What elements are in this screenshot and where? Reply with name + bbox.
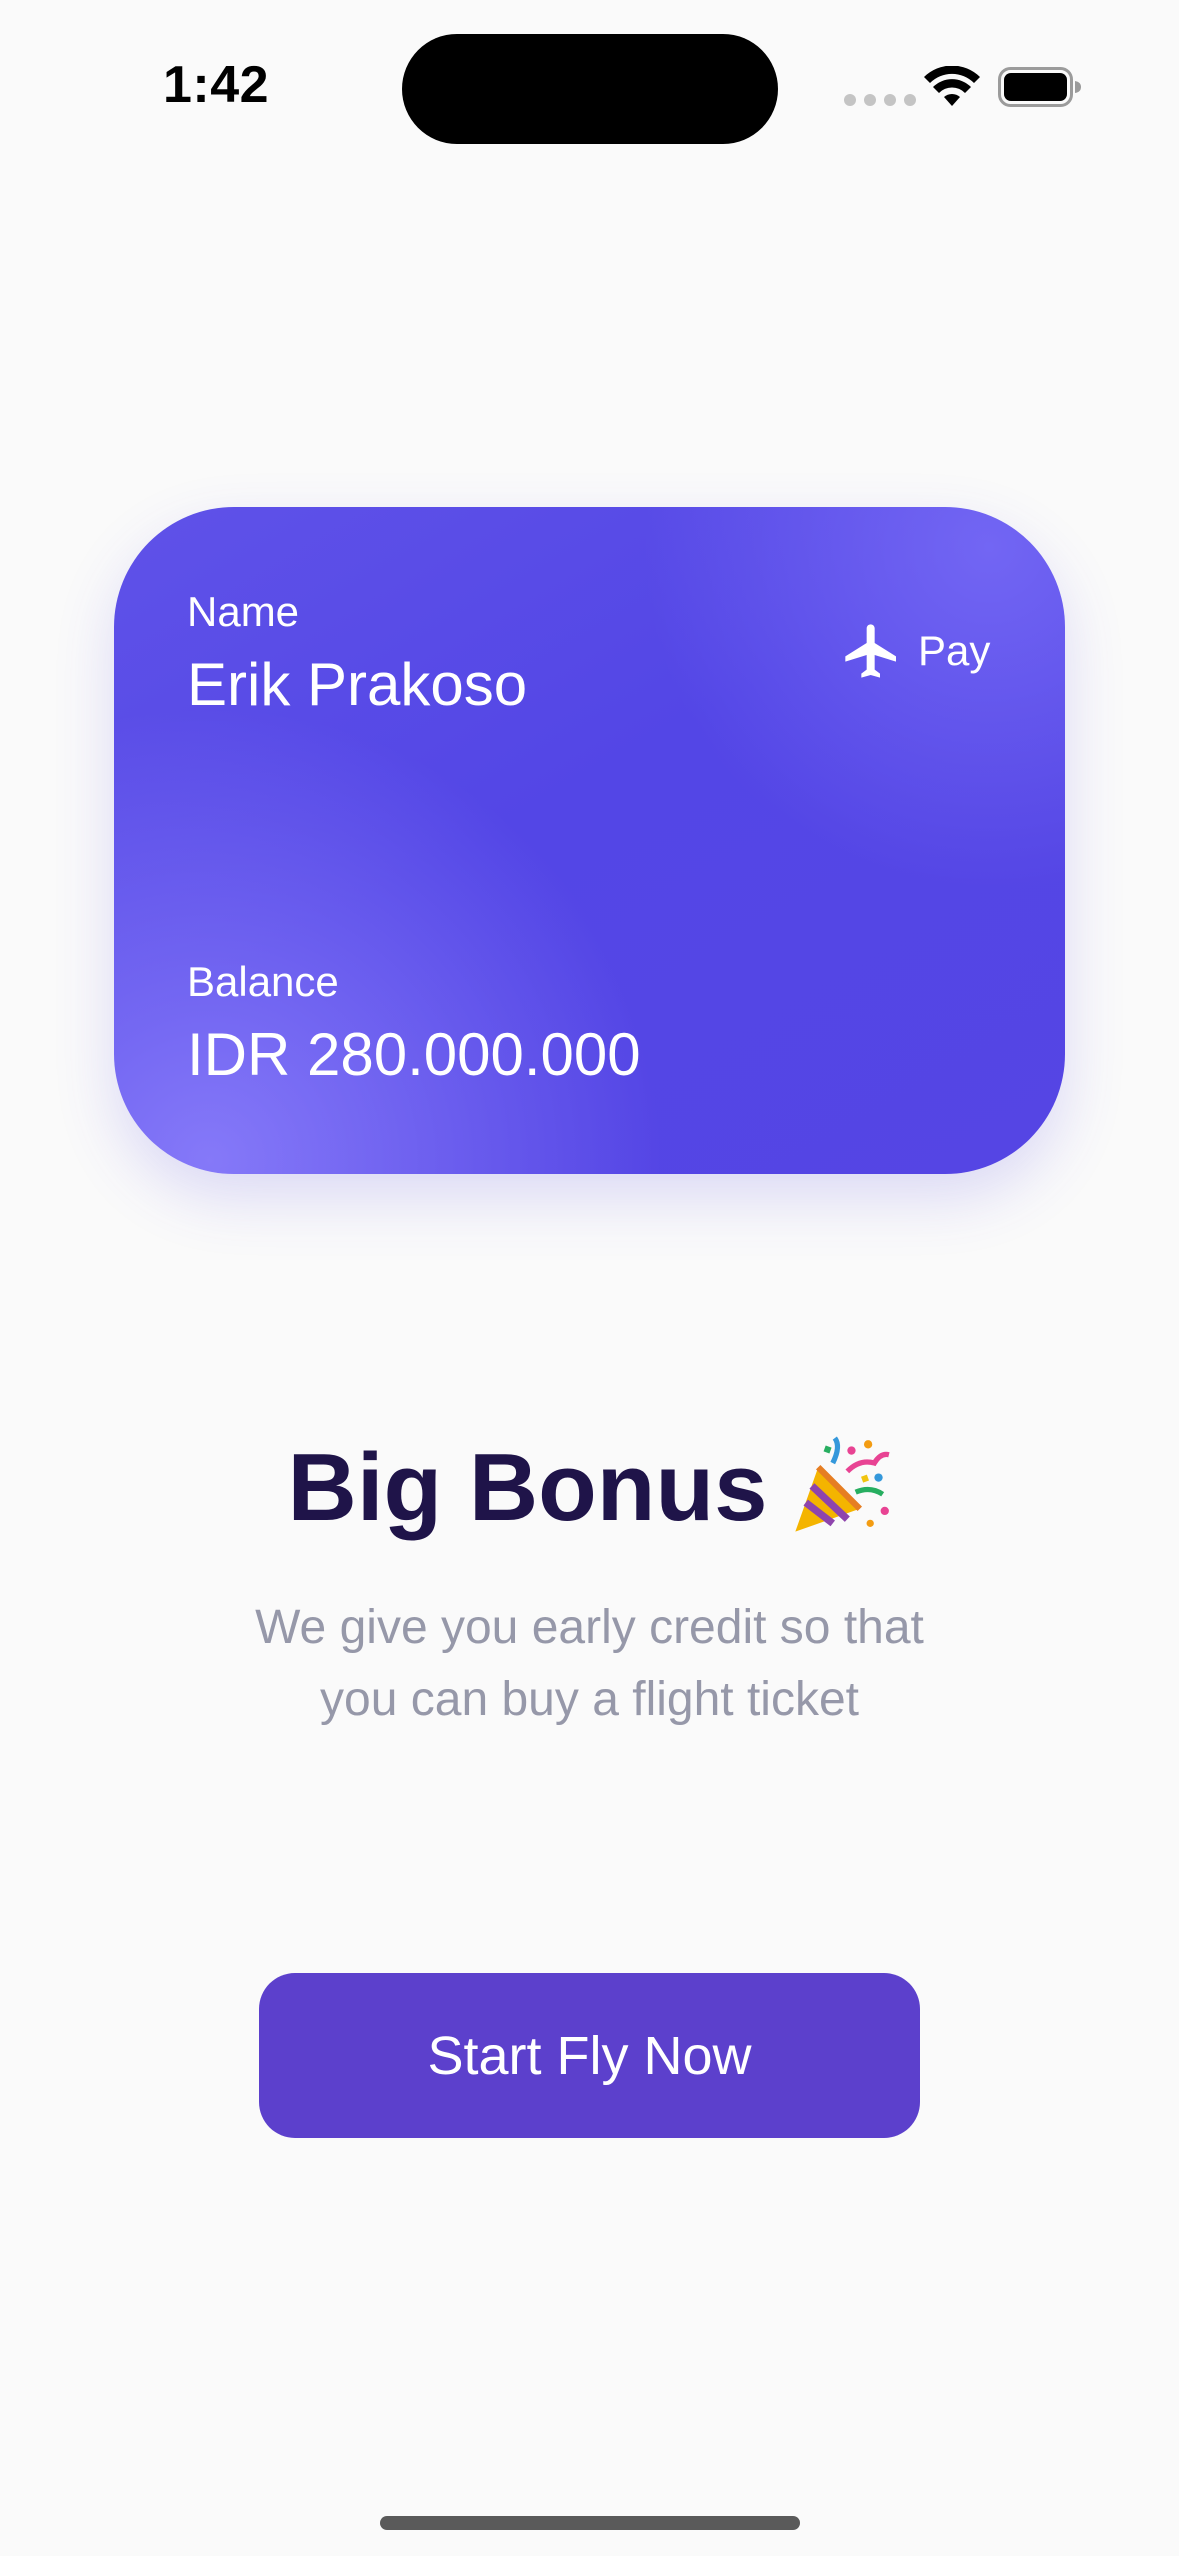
- start-fly-now-button[interactable]: Start Fly Now: [259, 1973, 920, 2138]
- card-brand: Pay: [840, 619, 990, 683]
- bonus-heading: Big Bonus: [0, 1430, 1179, 1546]
- dynamic-island: [402, 34, 778, 144]
- home-indicator[interactable]: [380, 2516, 800, 2530]
- party-popper-icon: [795, 1436, 891, 1532]
- bonus-subtitle: We give you early credit so that you can…: [140, 1592, 1039, 1736]
- signal-dots-icon: [844, 94, 916, 106]
- bonus-title: Big Bonus: [287, 1434, 768, 1541]
- battery-icon: [998, 67, 1081, 107]
- bonus-subtitle-line-2: you can buy a flight ticket: [320, 1673, 859, 1726]
- wifi-icon: [924, 66, 980, 106]
- card-holder-name: Erik Prakoso: [187, 651, 528, 718]
- card-balance-value: IDR 280.000.000: [187, 1021, 641, 1088]
- airplane-icon: [845, 624, 896, 678]
- balance-card: Name Erik Prakoso Pay Balance IDR 280.00…: [114, 507, 1065, 1174]
- card-brand-label: Pay: [918, 627, 991, 674]
- card-name-label: Name: [187, 588, 300, 635]
- bonus-subtitle-line-1: We give you early credit so that: [255, 1601, 924, 1654]
- card-balance-label: Balance: [187, 958, 339, 1005]
- status-time: 1:42: [163, 56, 270, 114]
